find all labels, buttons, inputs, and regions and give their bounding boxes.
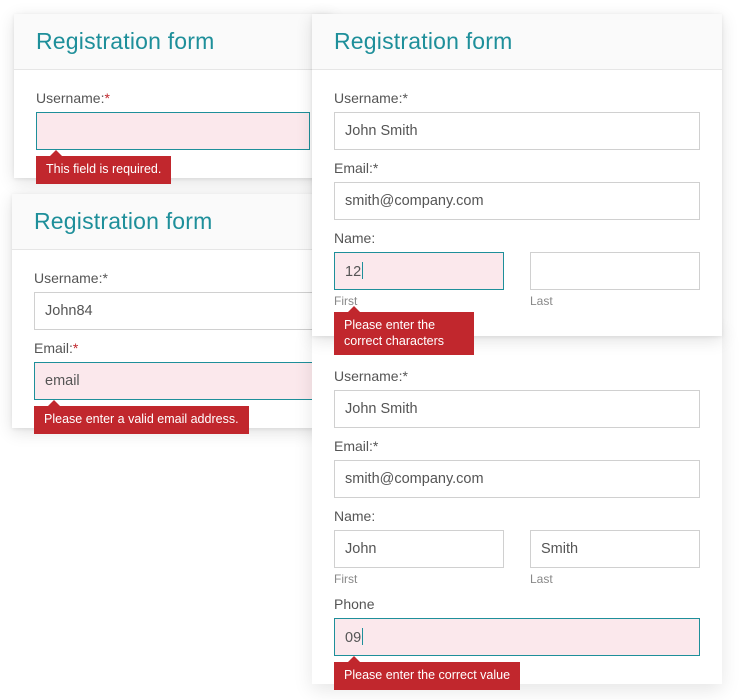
required-indicator: * <box>73 340 78 356</box>
username-label: Username:* <box>34 270 315 286</box>
phone-label: Phone <box>334 596 700 612</box>
card-body: Username:* Email:* Name: First Last Phon… <box>312 326 722 684</box>
first-name-input[interactable] <box>334 530 504 568</box>
required-indicator: * <box>104 90 109 106</box>
email-input[interactable] <box>334 460 700 498</box>
form-card-3: Registration form Username:* Email:* Nam… <box>312 14 722 336</box>
username-input[interactable] <box>334 390 700 428</box>
email-input[interactable] <box>34 362 315 400</box>
phone-value: 09 <box>345 630 361 646</box>
name-row: 12 First Please enter the correct charac… <box>334 252 700 308</box>
first-name-input[interactable]: 12 <box>334 252 504 290</box>
first-name-col: First <box>334 530 504 586</box>
username-input[interactable] <box>34 292 315 330</box>
last-name-col: Last <box>530 530 700 586</box>
username-label: Username:* <box>36 90 310 106</box>
form-card-4: Username:* Email:* Name: First Last Phon… <box>312 326 722 684</box>
username-field: Username:* <box>34 270 315 330</box>
last-name-col: Last <box>530 252 700 308</box>
email-input[interactable] <box>334 182 700 220</box>
form-card-2: Registration form Username:* Email:* Ple… <box>12 194 337 428</box>
text-caret-icon <box>362 262 363 279</box>
email-field: Email:* Please enter a valid email addre… <box>34 340 315 400</box>
error-tooltip: This field is required. <box>36 156 171 184</box>
card-header: Registration form <box>14 14 332 70</box>
error-text: Please enter the correct characters <box>344 318 444 348</box>
card-body: Username:* Email:* Please enter a valid … <box>12 250 337 428</box>
error-text: Please enter a valid email address. <box>44 412 239 426</box>
card-header: Registration form <box>12 194 337 250</box>
last-name-input[interactable] <box>530 530 700 568</box>
name-label: Name: <box>334 508 700 524</box>
text-caret-icon <box>362 628 363 645</box>
error-tooltip: Please enter a valid email address. <box>34 406 249 434</box>
error-tooltip: Please enter the correct characters <box>334 312 474 355</box>
username-input[interactable] <box>36 112 310 150</box>
email-label: Email:* <box>334 438 700 454</box>
first-sublabel: First <box>334 572 504 586</box>
email-label: Email:* <box>34 340 315 356</box>
username-field: Username:* <box>334 90 700 150</box>
last-name-input[interactable] <box>530 252 700 290</box>
form-title: Registration form <box>34 208 315 235</box>
card-body: Username:* Email:* Name: 12 First Please… <box>312 70 722 336</box>
name-label: Name: <box>334 230 700 246</box>
username-field: Username:* <box>334 368 700 428</box>
email-field: Email:* <box>334 438 700 498</box>
form-title: Registration form <box>36 28 310 55</box>
email-label-text: Email: <box>34 340 73 356</box>
error-text: Please enter the correct value <box>344 668 510 682</box>
username-label-text: Username: <box>36 90 104 106</box>
error-tooltip: Please enter the correct value <box>334 662 520 690</box>
username-input[interactable] <box>334 112 700 150</box>
phone-input[interactable]: 09 <box>334 618 700 656</box>
name-row: First Last <box>334 530 700 586</box>
form-title: Registration form <box>334 28 700 55</box>
username-label: Username:* <box>334 90 700 106</box>
phone-field: Phone 09 Please enter the correct value <box>334 596 700 656</box>
name-field: Name: First Last <box>334 508 700 586</box>
last-sublabel: Last <box>530 294 700 308</box>
card-body: Username:* This field is required. <box>14 70 332 178</box>
first-name-col: 12 First Please enter the correct charac… <box>334 252 504 308</box>
email-label: Email:* <box>334 160 700 176</box>
card-header: Registration form <box>312 14 722 70</box>
username-field: Username:* This field is required. <box>36 90 310 150</box>
name-field: Name: 12 First Please enter the correct … <box>334 230 700 308</box>
username-label: Username:* <box>334 368 700 384</box>
error-text: This field is required. <box>46 162 161 176</box>
form-card-1: Registration form Username:* This field … <box>14 14 332 178</box>
email-field: Email:* <box>334 160 700 220</box>
first-name-value: 12 <box>345 264 361 280</box>
last-sublabel: Last <box>530 572 700 586</box>
